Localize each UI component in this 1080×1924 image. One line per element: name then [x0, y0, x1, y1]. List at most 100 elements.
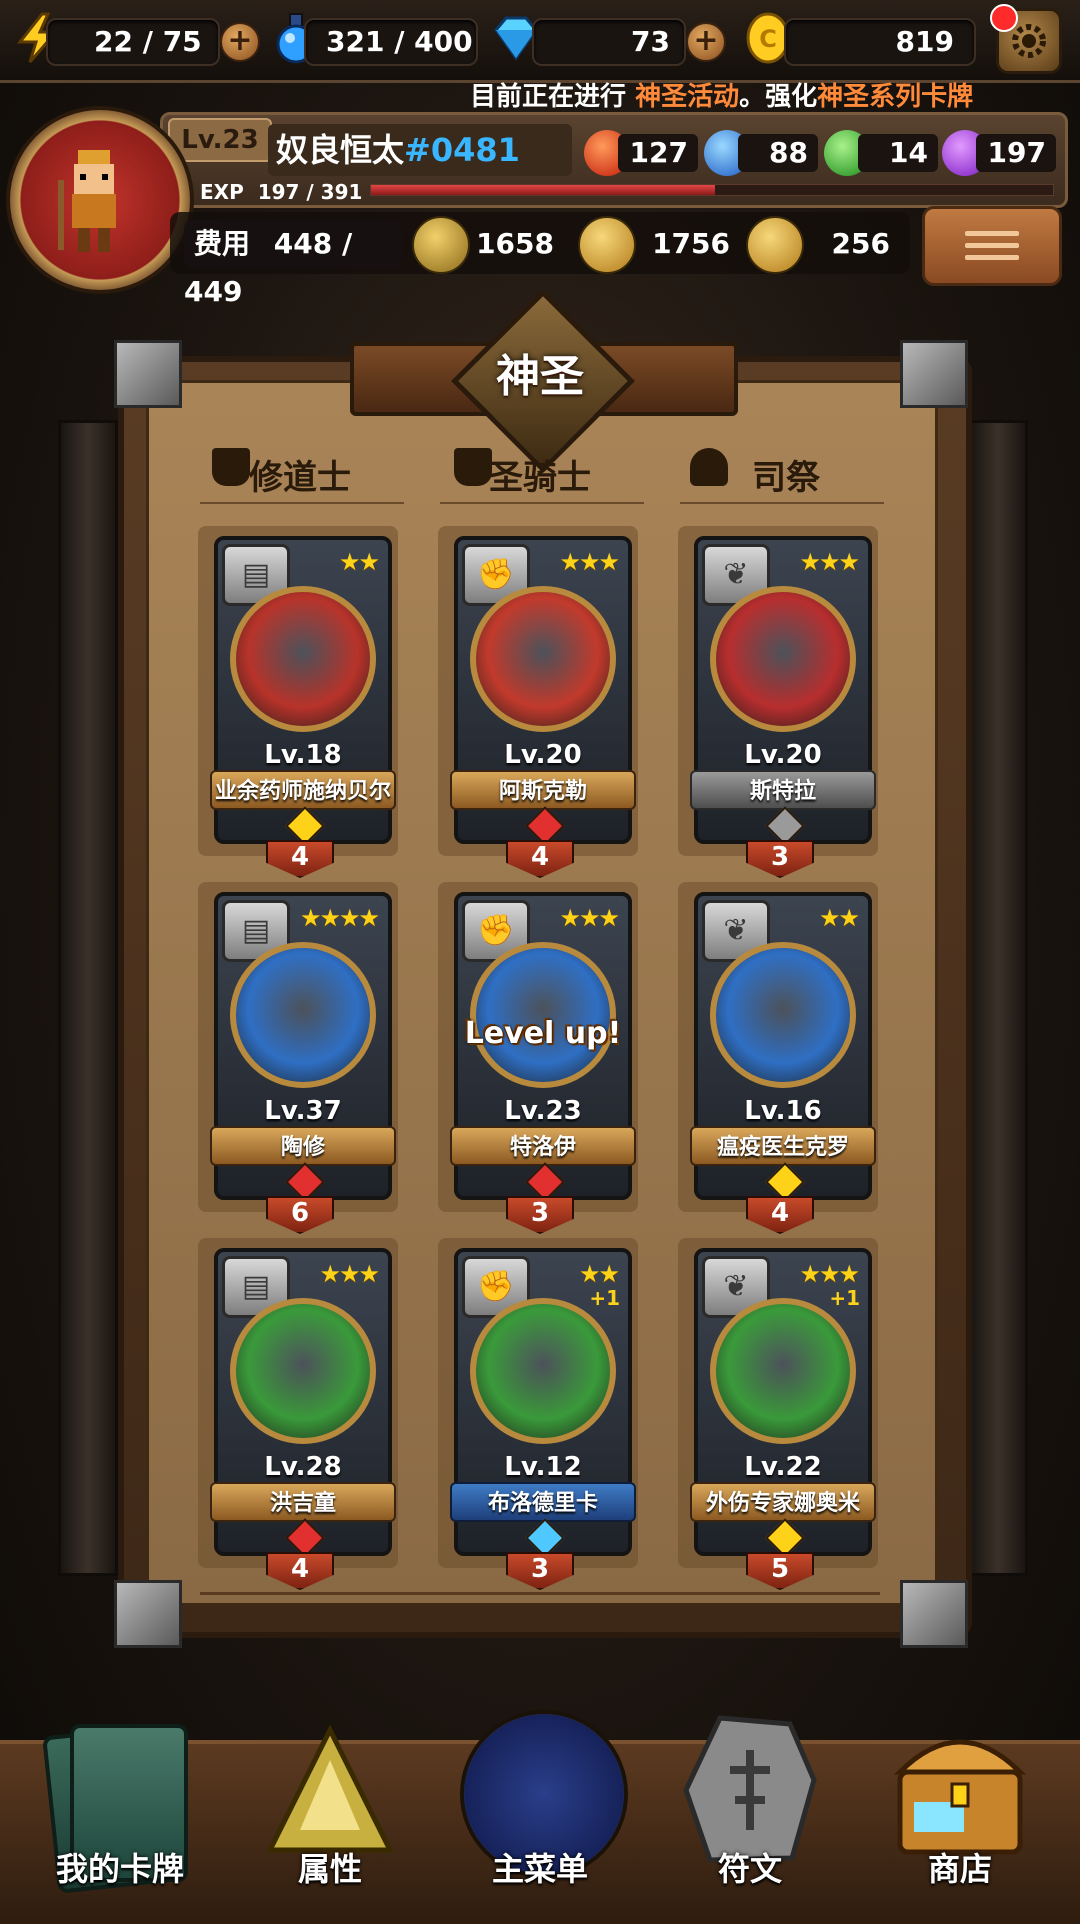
- hero-card[interactable]: ❦ ★★★ Lv.20 斯特拉: [690, 536, 876, 846]
- left-pillar: [58, 420, 118, 1576]
- right-pillar: [968, 420, 1028, 1576]
- player-name: 奴良恒太#0481: [276, 124, 520, 176]
- nav-my-cards-label: 我的卡牌: [55, 1850, 184, 1888]
- exp-bar-fill: [371, 185, 715, 195]
- svg-text:C: C: [759, 25, 777, 53]
- card-level: Lv.20: [504, 740, 582, 770]
- card-portrait: [470, 1298, 616, 1444]
- card-level: Lv.20: [744, 740, 822, 770]
- menu-button[interactable]: [922, 206, 1062, 286]
- nav-main-menu[interactable]: 主菜单: [440, 1700, 640, 1900]
- level-up-badge: Level up!: [464, 1016, 622, 1051]
- hero-card[interactable]: ▤ ★★★ Lv.28 洪吉童: [210, 1248, 396, 1558]
- player-avatar-sprite: [58, 150, 116, 252]
- ticker-series: 神圣系列卡牌: [817, 82, 974, 112]
- corner-ornament: [900, 1580, 968, 1648]
- nav-runes-label: 符文: [717, 1850, 782, 1888]
- gem-counter: 73: [532, 18, 686, 66]
- nav-attributes-label: 属性: [297, 1850, 362, 1888]
- card-stars: ★★★: [799, 1260, 860, 1288]
- gold-counter: 819: [784, 18, 976, 66]
- card-level: Lv.22: [744, 1452, 822, 1482]
- water-element: 88: [704, 130, 818, 176]
- gem-value: 73: [631, 25, 670, 58]
- card-stars: ★★: [578, 1260, 620, 1288]
- nav-attributes[interactable]: 属性: [230, 1700, 430, 1900]
- ticker-prefix: 目前正在进行: [470, 82, 627, 112]
- card-portrait: [230, 1298, 376, 1444]
- card-name: 布洛德里卡: [450, 1482, 636, 1522]
- nav-shop[interactable]: 商店: [860, 1700, 1060, 1900]
- card-stars: ★★★: [559, 904, 620, 932]
- hero-card[interactable]: ✊ ★★★ Level up! Lv.23 特洛伊: [450, 892, 636, 1202]
- card-slot[interactable]: ▤ ★★ Lv.18 业余药师施纳贝尔 4: [198, 526, 398, 878]
- board-bottom-divider: [200, 1592, 880, 1595]
- nav-my-cards[interactable]: 我的卡牌: [20, 1700, 220, 1900]
- card-level: Lv.37: [264, 1096, 342, 1126]
- card-portrait: [710, 942, 856, 1088]
- player-level: Lv.23: [168, 118, 272, 162]
- player-name-text: 奴良恒太: [276, 131, 405, 169]
- card-level: Lv.12: [504, 1452, 582, 1482]
- hero-card[interactable]: ✊ ★★ +1 Lv.12 布洛德里卡: [450, 1248, 636, 1558]
- hero-card[interactable]: ❦ ★★★ +1 Lv.22 外伤专家娜奥米: [690, 1248, 876, 1558]
- fire-value: 127: [618, 134, 698, 172]
- card-portrait: [710, 1298, 856, 1444]
- corner-ornament: [114, 340, 182, 408]
- card-slot[interactable]: ❦ ★★ Lv.16 瘟疫医生克罗 4: [678, 882, 878, 1234]
- rarity-gem-icon: [525, 1518, 565, 1558]
- nature-element: 14: [824, 130, 938, 176]
- gem-plus-button[interactable]: +: [686, 22, 726, 62]
- nav-main-menu-label: 主菜单: [491, 1850, 588, 1888]
- dark-element: 197: [942, 130, 1056, 176]
- card-name: 洪吉童: [210, 1482, 396, 1522]
- card-slot[interactable]: ✊ ★★★ Lv.20 阿斯克勒 4: [438, 526, 638, 878]
- exp-text: EXP: [200, 180, 244, 204]
- card-level: Lv.23: [504, 1096, 582, 1126]
- card-level: Lv.18: [264, 740, 342, 770]
- event-ticker: 目前正在进行 神圣活动。强化神圣系列卡牌: [470, 80, 1080, 114]
- energy-value: 22 / 75: [94, 25, 202, 58]
- column-paladin: 圣骑士: [489, 458, 591, 498]
- card-slot[interactable]: ✊ ★★★ Level up! Lv.23 特洛伊 3: [438, 882, 638, 1234]
- column-monk: 修道士: [249, 458, 351, 498]
- card-name: 业余药师施纳贝尔: [210, 770, 396, 810]
- potion-counter: 321 / 400: [304, 18, 478, 66]
- rarity-gem-icon: [285, 1518, 325, 1558]
- card-slot[interactable]: ✊ ★★ +1 Lv.12 布洛德里卡 3: [438, 1238, 638, 1590]
- card-slot[interactable]: ▤ ★★★★ Lv.37 陶修 6: [198, 882, 398, 1234]
- card-plus-badge: +1: [589, 1286, 620, 1310]
- hero-card[interactable]: ▤ ★★★★ Lv.37 陶修: [210, 892, 396, 1202]
- card-level: Lv.16: [744, 1096, 822, 1126]
- energy-plus-button[interactable]: +: [220, 22, 260, 62]
- nav-runes[interactable]: 符文: [650, 1700, 850, 1900]
- card-stars: ★★★: [799, 548, 860, 576]
- column-priest: 司祭: [752, 458, 820, 498]
- card-portrait: [230, 586, 376, 732]
- card-slot[interactable]: ❦ ★★★ +1 Lv.22 外伤专家娜奥米 5: [678, 1238, 878, 1590]
- card-slot[interactable]: ▤ ★★★ Lv.28 洪吉童 4: [198, 1238, 398, 1590]
- card-slot[interactable]: ❦ ★★★ Lv.20 斯特拉 3: [678, 526, 878, 878]
- rarity-gem-icon: [525, 1162, 565, 1202]
- card-name: 陶修: [210, 1126, 396, 1166]
- card-plus-badge: +1: [829, 1286, 860, 1310]
- rarity-gem-icon: [285, 1162, 325, 1202]
- hp-stat: 1756: [652, 227, 730, 260]
- card-portrait: [470, 586, 616, 732]
- hero-card[interactable]: ✊ ★★★ Lv.20 阿斯克勒: [450, 536, 636, 846]
- water-value: 88: [738, 134, 818, 172]
- card-name: 斯特拉: [690, 770, 876, 810]
- hero-card[interactable]: ❦ ★★ Lv.16 瘟疫医生克罗: [690, 892, 876, 1202]
- corner-ornament: [114, 1580, 182, 1648]
- card-stars: ★★★★: [299, 904, 380, 932]
- card-name: 特洛伊: [450, 1126, 636, 1166]
- nature-value: 14: [858, 134, 938, 172]
- cost-stat: 费用 448 / 449: [184, 220, 402, 308]
- rarity-gem-icon: [765, 1518, 805, 1558]
- hero-card[interactable]: ▤ ★★ Lv.18 业余药师施纳贝尔: [210, 536, 396, 846]
- notification-dot: [990, 4, 1018, 32]
- exp-label: EXP 197 / 391: [200, 180, 362, 204]
- exp-bar: [370, 184, 1054, 196]
- rarity-gem-icon: [285, 806, 325, 846]
- card-stars: ★★: [338, 548, 380, 576]
